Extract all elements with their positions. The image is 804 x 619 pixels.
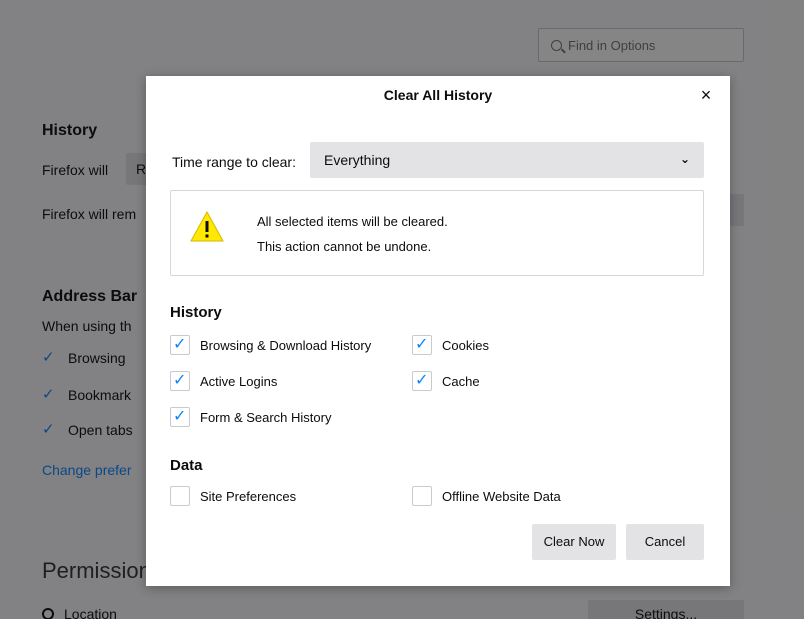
checkbox-box: ✓	[170, 407, 190, 427]
cache-label: Cache	[442, 373, 480, 389]
time-range-select[interactable]: Everything ⌄	[310, 142, 704, 178]
checkmark-icon: ✓	[415, 372, 429, 389]
history-heading: History	[170, 304, 222, 321]
time-range-label: Time range to clear:	[172, 154, 296, 170]
clear-all-history-dialog: Clear All History × Time range to clear:…	[146, 76, 730, 586]
checkbox-box	[412, 486, 432, 506]
browsing-download-history-label: Browsing & Download History	[200, 337, 372, 353]
dialog-title: Clear All History	[383, 87, 493, 103]
close-icon[interactable]: ×	[694, 84, 718, 106]
warning-icon	[190, 210, 224, 242]
warning-box: All selected items will be cleared. This…	[170, 190, 704, 276]
checkmark-icon: ✓	[173, 372, 187, 389]
checkbox-box: ✓	[170, 335, 190, 355]
time-range-label-text: Time range to clear:	[172, 154, 296, 170]
form-search-history-checkbox[interactable]: ✓ Form & Search History	[170, 407, 331, 427]
checkmark-icon: ✓	[173, 408, 187, 425]
cookies-label: Cookies	[442, 337, 489, 353]
form-search-history-label: Form & Search History	[200, 409, 332, 425]
checkbox-box: ✓	[412, 335, 432, 355]
chevron-down-icon: ⌄	[679, 152, 690, 166]
active-logins-checkbox[interactable]: ✓ Active Logins	[170, 371, 277, 391]
offline-website-data-label: Offline Website Data	[442, 488, 561, 504]
warning-line-1: All selected items will be cleared.	[257, 214, 448, 229]
site-preferences-checkbox[interactable]: Site Preferences	[170, 486, 296, 506]
checkbox-box	[170, 486, 190, 506]
cache-checkbox[interactable]: ✓ Cache	[412, 371, 480, 391]
browsing-download-history-checkbox[interactable]: ✓ Browsing & Download History	[170, 335, 371, 355]
offline-website-data-checkbox[interactable]: Offline Website Data	[412, 486, 561, 506]
cancel-button[interactable]: Cancel	[626, 524, 704, 560]
checkmark-icon: ✓	[415, 336, 429, 353]
checkbox-box: ✓	[170, 371, 190, 391]
checkbox-box: ✓	[412, 371, 432, 391]
warning-line-2: This action cannot be undone.	[257, 239, 432, 254]
active-logins-label: Active Logins	[200, 373, 278, 389]
time-range-value: Everything	[324, 152, 391, 168]
site-preferences-label: Site Preferences	[200, 488, 297, 504]
checkmark-icon: ✓	[173, 336, 187, 353]
clear-now-button[interactable]: Clear Now	[532, 524, 616, 560]
cookies-checkbox[interactable]: ✓ Cookies	[412, 335, 489, 355]
data-heading: Data	[170, 457, 203, 474]
